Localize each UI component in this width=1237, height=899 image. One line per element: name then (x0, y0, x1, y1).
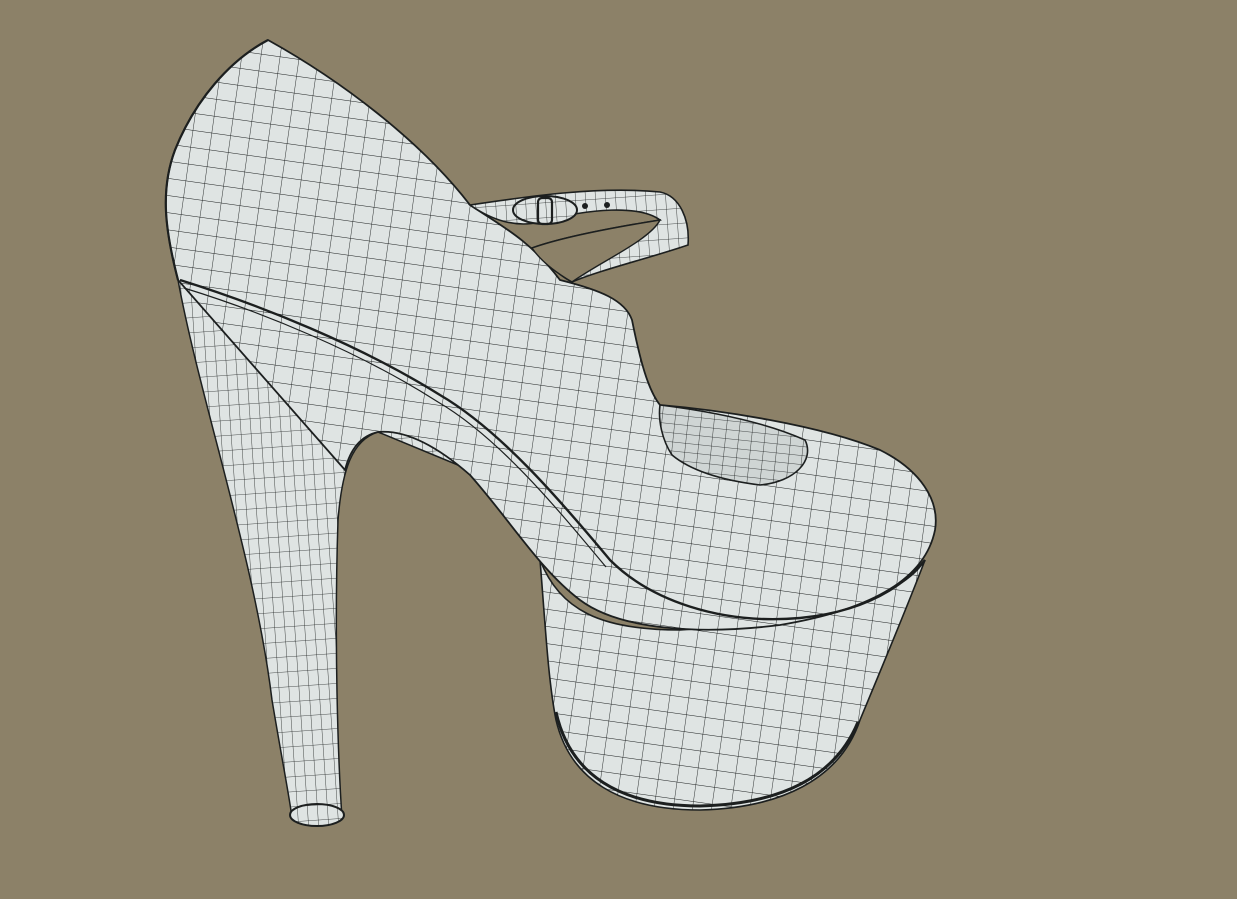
3d-viewport[interactable] (0, 0, 1237, 899)
shoe-model[interactable] (0, 0, 1237, 899)
heel-tip[interactable] (289, 803, 345, 827)
